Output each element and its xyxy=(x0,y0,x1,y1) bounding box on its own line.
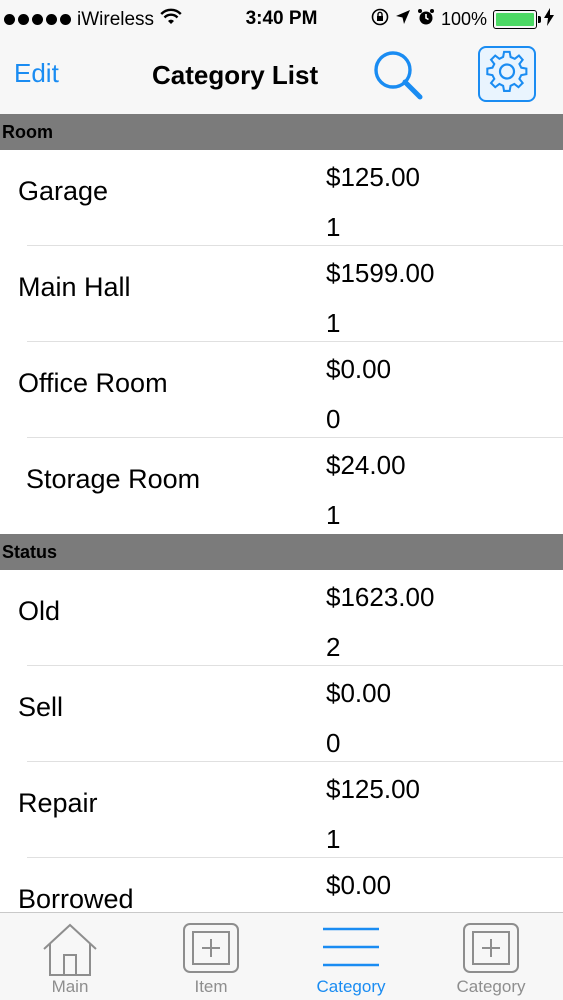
item-price: $0.00 xyxy=(326,678,392,708)
item-price: $0.00 xyxy=(326,354,392,384)
framed-plus-icon xyxy=(461,921,521,977)
item-count: 2 xyxy=(326,632,341,662)
tab-label: Main xyxy=(51,977,89,996)
item-count: 0 xyxy=(326,404,341,434)
item-name: Garage xyxy=(18,176,109,206)
charging-icon xyxy=(543,8,555,31)
home-icon xyxy=(40,921,100,977)
item-name: Sell xyxy=(18,692,64,722)
list-item[interactable]: Storage Room $24.00 1 xyxy=(0,438,563,534)
list-item[interactable]: Main Hall $1599.00 1 xyxy=(0,246,563,342)
item-name: Repair xyxy=(18,788,98,818)
tab-item[interactable]: Item xyxy=(141,913,281,1000)
list-item[interactable]: Sell $0.00 0 xyxy=(0,666,563,762)
list-lines-icon xyxy=(321,921,381,977)
item-price: $125.00 xyxy=(326,162,420,192)
list-item[interactable]: Office Room $0.00 0 xyxy=(0,342,563,438)
tab-category[interactable]: Category xyxy=(281,913,421,1000)
search-icon[interactable] xyxy=(372,50,424,102)
list-item[interactable]: Garage $125.00 1 xyxy=(0,150,563,246)
item-count: 1 xyxy=(326,824,341,854)
section-header-status: Status xyxy=(0,534,563,570)
tab-bar: Main Item Category Category xyxy=(0,912,563,1000)
item-count: 1 xyxy=(326,500,341,530)
rotation-lock-icon xyxy=(371,8,389,31)
item-count: 1 xyxy=(326,212,341,242)
category-list: Room Garage $125.00 1 Main Hall $1599.00… xyxy=(0,114,563,912)
tab-main[interactable]: Main xyxy=(0,913,140,1000)
status-bar: iWireless 3:40 PM 100% xyxy=(0,0,563,38)
settings-button[interactable] xyxy=(478,46,536,102)
tab-label: Item xyxy=(194,977,228,996)
item-price: $24.00 xyxy=(326,450,406,480)
list-item[interactable]: Borrowed $0.00 xyxy=(0,858,563,912)
item-name: Old xyxy=(18,596,61,626)
tab-category-add[interactable]: Category xyxy=(421,913,561,1000)
item-count: 0 xyxy=(326,728,341,758)
location-icon xyxy=(395,9,411,30)
page-title: Category List xyxy=(152,60,319,90)
navigation-bar: Edit Category List xyxy=(0,38,563,114)
item-name: Main Hall xyxy=(18,272,131,302)
status-right: 100% xyxy=(371,8,555,31)
framed-plus-icon xyxy=(181,921,241,977)
gear-icon xyxy=(485,50,529,99)
tab-label: Category xyxy=(456,977,526,996)
item-price: $1599.00 xyxy=(326,258,435,288)
item-count: 1 xyxy=(326,308,341,338)
item-name: Borrowed xyxy=(18,884,134,912)
item-price: $125.00 xyxy=(326,774,420,804)
tab-label: Category xyxy=(316,977,386,996)
battery-percent: 100% xyxy=(440,9,487,29)
list-item[interactable]: Repair $125.00 1 xyxy=(0,762,563,858)
item-price: $1623.00 xyxy=(326,582,435,612)
edit-button[interactable]: Edit xyxy=(14,58,59,89)
battery-icon xyxy=(493,10,541,29)
item-price: $0.00 xyxy=(326,870,392,900)
section-header-room: Room xyxy=(0,114,563,150)
item-name: Office Room xyxy=(18,368,168,398)
alarm-icon xyxy=(417,8,435,31)
list-item[interactable]: Old $1623.00 2 xyxy=(0,570,563,666)
item-name: Storage Room xyxy=(26,464,201,494)
